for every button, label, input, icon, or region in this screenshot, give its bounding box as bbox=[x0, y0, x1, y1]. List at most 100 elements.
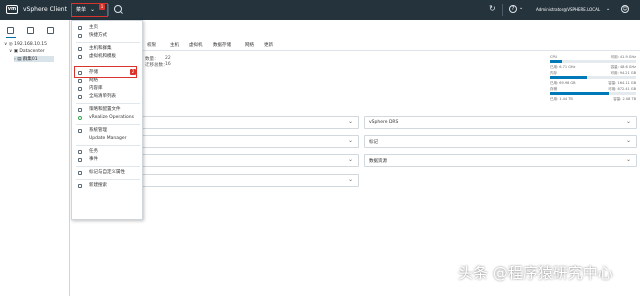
tags-icon bbox=[78, 171, 82, 175]
menu-item-tags-attributes[interactable]: 标记与自定义属性 bbox=[72, 169, 144, 177]
chevron-down-icon: ⌄ bbox=[625, 118, 631, 125]
tab-networks[interactable]: 网络 bbox=[245, 42, 254, 48]
main-menu-dropdown: 主页 快捷方式 主机和群集 虚拟机和模板 存储 网络 内容库 全局清单列表 策略… bbox=[71, 20, 143, 220]
menu-item-content-libraries[interactable]: 内容库 bbox=[72, 85, 144, 93]
collapsible-panel[interactable]: ⌄ bbox=[140, 116, 359, 129]
collapsible-panel[interactable]: 标记 ⌄ bbox=[364, 135, 637, 148]
menu-item-label: 策略和配置文件 bbox=[89, 107, 121, 112]
inventory-list-icon bbox=[78, 95, 82, 99]
chevron-down-icon: ⌄ bbox=[625, 156, 631, 163]
chevron-down-icon[interactable]: ⌄ bbox=[606, 6, 610, 12]
resource-capacity: 容量: 164.11 GB bbox=[608, 81, 636, 85]
hosts-clusters-icon[interactable] bbox=[7, 27, 14, 34]
menu-item-vms-templates[interactable]: 虚拟机和模板 bbox=[72, 53, 144, 61]
tab-divider bbox=[140, 50, 640, 51]
menu-item-label: 快捷方式 bbox=[89, 33, 107, 38]
tab-vms[interactable]: 虚拟机 bbox=[189, 42, 203, 48]
home-icon bbox=[78, 26, 82, 30]
header-divider bbox=[502, 4, 503, 16]
usage-bar bbox=[550, 92, 636, 95]
search-icon bbox=[78, 184, 82, 188]
vms-templates-icon bbox=[78, 55, 82, 59]
app-title: vSphere Client bbox=[23, 6, 67, 13]
menu-item-administration[interactable]: 系统管理 bbox=[72, 127, 144, 135]
menu-item-new-search[interactable]: 新建搜索 bbox=[72, 182, 144, 190]
usage-bar-fill bbox=[550, 92, 610, 95]
menu-item-global-inventory[interactable]: 全局清单列表 bbox=[72, 93, 144, 101]
menu-item-events[interactable]: 事件 bbox=[72, 156, 144, 164]
vmware-logo: vm bbox=[6, 5, 18, 14]
tree-item-label: 群集01 bbox=[22, 57, 38, 62]
chevron-down-icon[interactable]: ⌄ bbox=[519, 5, 523, 11]
vms-templates-icon[interactable] bbox=[27, 27, 34, 34]
menu-item-label: 内容库 bbox=[89, 86, 103, 91]
resource-used: 已用: 1.44 TB bbox=[550, 97, 573, 101]
chevron-down-icon: ⌄ bbox=[90, 6, 96, 13]
content-library-icon bbox=[78, 87, 82, 91]
tasks-icon bbox=[78, 150, 82, 154]
refresh-icon[interactable]: ↻ bbox=[489, 4, 496, 13]
menu-item-label: Update Manager bbox=[89, 136, 127, 141]
menu-button-label: 菜单 bbox=[76, 7, 87, 13]
menu-item-vrealize[interactable]: vRealize Operations bbox=[72, 114, 144, 122]
resource-capacity: 容量: 48.6 GHz bbox=[610, 65, 636, 69]
menu-item-label: vRealize Operations bbox=[89, 115, 134, 120]
collapsible-panel[interactable]: ⌄ bbox=[140, 174, 359, 187]
menu-item-tasks[interactable]: 任务 bbox=[72, 148, 144, 156]
menu-item-label: 系统管理 bbox=[89, 128, 107, 133]
tree-item-datacenter[interactable]: ∨ ▣ Datacenter bbox=[9, 49, 45, 54]
menu-item-networking[interactable]: 网络 bbox=[72, 77, 144, 85]
watermark-text: 头条 @程序猿研究中心 bbox=[458, 264, 613, 282]
tab-updates[interactable]: 更新 bbox=[264, 42, 273, 48]
menu-item-label: 标记与自定义属性 bbox=[89, 170, 125, 175]
feedback-icon[interactable]: ☺ bbox=[621, 5, 629, 13]
shortcuts-icon bbox=[78, 34, 82, 38]
menu-item-home[interactable]: 主页 bbox=[72, 24, 144, 32]
menu-separator bbox=[76, 124, 140, 125]
menu-item-label: 网络 bbox=[89, 78, 98, 83]
tab-permissions[interactable]: 权限 bbox=[147, 42, 156, 48]
menu-separator bbox=[76, 42, 140, 43]
help-icon[interactable]: ? bbox=[509, 5, 517, 13]
tree-item-cluster[interactable]: › ▤ 群集01 bbox=[14, 56, 54, 62]
tree-item-vcenter[interactable]: ∨ ◎ 192.168.10.15 bbox=[4, 42, 47, 47]
usage-bar-fill bbox=[550, 76, 587, 79]
menu-separator bbox=[76, 166, 140, 167]
collapsible-panel[interactable]: 数据资源 ⌄ bbox=[364, 154, 637, 167]
panel-title: 标记 bbox=[369, 140, 378, 145]
menu-item-label: 主机和群集 bbox=[89, 46, 112, 51]
menu-item-hosts-clusters[interactable]: 主机和群集 bbox=[72, 45, 144, 53]
top-header-bar: vm vSphere Client 菜单 ⌄ 1 ↻ ? ⌄ Administr… bbox=[0, 0, 640, 20]
collapsible-panel[interactable]: ⌄ bbox=[140, 154, 359, 167]
administration-icon bbox=[78, 129, 82, 133]
tab-datastores[interactable]: 数据存储 bbox=[213, 42, 231, 48]
menu-item-label: 新建搜索 bbox=[89, 183, 107, 188]
hosts-clusters-icon bbox=[78, 47, 82, 51]
menu-item-policies-profiles[interactable]: 策略和配置文件 bbox=[72, 106, 144, 114]
tab-hosts[interactable]: 主机 bbox=[170, 42, 179, 48]
storage-icon[interactable] bbox=[47, 27, 54, 34]
chevron-down-icon: ⌄ bbox=[347, 137, 353, 144]
header-divider bbox=[108, 4, 109, 16]
active-view-indicator bbox=[6, 37, 16, 38]
menu-item-shortcuts[interactable]: 快捷方式 bbox=[72, 32, 144, 40]
chevron-down-icon: ⌄ bbox=[347, 118, 353, 125]
resource-capacity: 容量: 2.08 TB bbox=[613, 97, 636, 101]
usage-bar bbox=[550, 60, 636, 63]
search-icon[interactable] bbox=[114, 5, 122, 13]
events-icon bbox=[78, 158, 82, 162]
menu-separator bbox=[76, 179, 140, 180]
menu-separator bbox=[76, 145, 140, 146]
user-menu[interactable]: Administrator@VSPHERE.LOCAL bbox=[536, 7, 600, 12]
resource-label: CPU bbox=[550, 55, 558, 59]
collapsible-panel[interactable]: vSphere DRS ⌄ bbox=[364, 116, 637, 129]
chevron-down-icon: ⌄ bbox=[347, 176, 353, 183]
menu-item-update-manager[interactable]: Update Manager bbox=[72, 135, 144, 143]
menu-item-label: 全局清单列表 bbox=[89, 94, 116, 99]
panel-title: vSphere DRS bbox=[369, 120, 399, 125]
resource-used: 已用: 69.98 GB bbox=[550, 81, 576, 85]
collapsible-panel[interactable]: ⌄ bbox=[140, 135, 359, 148]
menu-item-label: 主页 bbox=[89, 25, 98, 30]
tree-item-label: Datacenter bbox=[19, 49, 45, 54]
vrealize-icon bbox=[78, 116, 82, 120]
